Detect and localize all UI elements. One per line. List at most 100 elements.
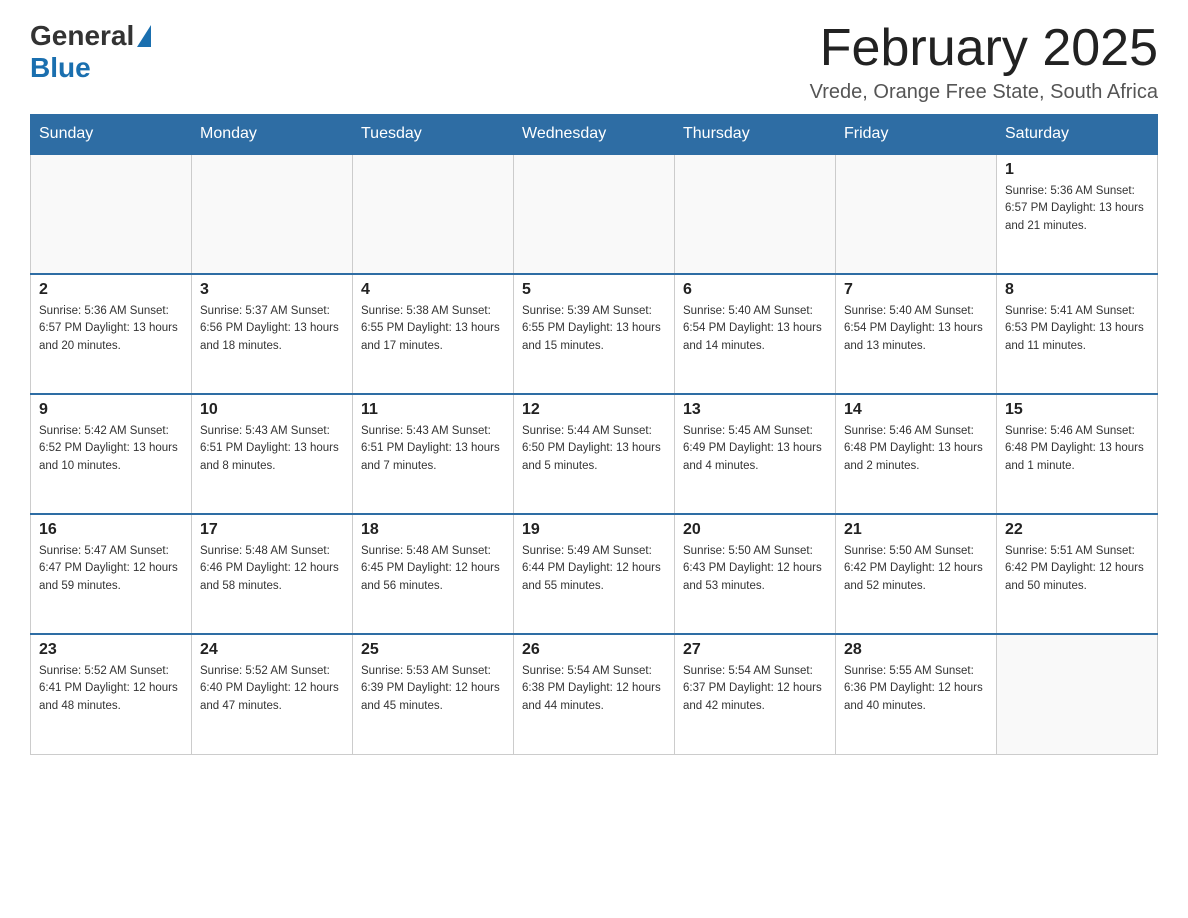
calendar-day-cell: 20Sunrise: 5:50 AM Sunset: 6:43 PM Dayli…: [675, 514, 836, 634]
day-number: 12: [522, 401, 666, 419]
day-info: Sunrise: 5:50 AM Sunset: 6:42 PM Dayligh…: [844, 543, 988, 595]
day-number: 4: [361, 281, 505, 299]
day-number: 11: [361, 401, 505, 419]
calendar-week-row: 23 Sunrise: 5:52 AM Sunset: 6:41 PM Dayli…: [31, 634, 1158, 754]
day-number: 20: [683, 521, 827, 539]
calendar-day-header: Wednesday: [514, 115, 675, 155]
day-number: 27: [683, 641, 827, 659]
calendar-day-cell: 23 Sunrise: 5:52 AM Sunset: 6:41 PM Dayli…: [31, 634, 192, 754]
day-number: 13: [683, 401, 827, 419]
calendar-day-header: Tuesday: [353, 115, 514, 155]
calendar-day-cell: 19Sunrise: 5:49 AM Sunset: 6:44 PM Dayli…: [514, 514, 675, 634]
calendar-day-header: Friday: [836, 115, 997, 155]
calendar-day-cell: 21 Sunrise: 5:50 AM Sunset: 6:42 PM Dayli…: [836, 514, 997, 634]
day-info: Sunrise: 5:43 AM Sunset: 6:51 PM Dayligh…: [200, 423, 344, 475]
calendar-day-cell: 11 Sunrise: 5:43 AM Sunset: 6:51 PM Dayli…: [353, 394, 514, 514]
calendar-week-row: 2 Sunrise: 5:36 AM Sunset: 6:57 PM Daylig…: [31, 274, 1158, 394]
day-number: 21: [844, 521, 988, 539]
day-info: Sunrise: 5:36 AM Sunset: 6:57 PM Dayligh…: [39, 303, 183, 355]
logo-blue-text: Blue: [30, 52, 91, 84]
calendar-day-cell: 14 Sunrise: 5:46 AM Sunset: 6:48 PM Dayli…: [836, 394, 997, 514]
calendar-day-cell: 7 Sunrise: 5:40 AM Sunset: 6:54 PM Daylig…: [836, 274, 997, 394]
day-info: Sunrise: 5:45 AM Sunset: 6:49 PM Dayligh…: [683, 423, 827, 475]
day-number: 8: [1005, 281, 1149, 299]
calendar-day-header: Thursday: [675, 115, 836, 155]
day-info: Sunrise: 5:54 AM Sunset: 6:38 PM Dayligh…: [522, 663, 666, 715]
title-section: February 2025 Vrede, Orange Free State, …: [810, 20, 1158, 104]
day-info: Sunrise: 5:48 AM Sunset: 6:46 PM Dayligh…: [200, 543, 344, 595]
day-number: 26: [522, 641, 666, 659]
day-number: 10: [200, 401, 344, 419]
calendar-day-cell: [675, 154, 836, 274]
day-info: Sunrise: 5:38 AM Sunset: 6:55 PM Dayligh…: [361, 303, 505, 355]
logo-general-text: General: [30, 20, 134, 52]
day-info: Sunrise: 5:52 AM Sunset: 6:41 PM Dayligh…: [39, 663, 183, 715]
day-info: Sunrise: 5:36 AM Sunset: 6:57 PM Dayligh…: [1005, 183, 1149, 235]
day-number: 23: [39, 641, 183, 659]
calendar-day-cell: [997, 634, 1158, 754]
calendar-day-cell: 24Sunrise: 5:52 AM Sunset: 6:40 PM Dayli…: [192, 634, 353, 754]
calendar-day-cell: 22 Sunrise: 5:51 AM Sunset: 6:42 PM Dayli…: [997, 514, 1158, 634]
logo-triangle-icon: [137, 25, 151, 47]
calendar-day-cell: 16 Sunrise: 5:47 AM Sunset: 6:47 PM Dayli…: [31, 514, 192, 634]
day-info: Sunrise: 5:46 AM Sunset: 6:48 PM Dayligh…: [844, 423, 988, 475]
calendar-table: SundayMondayTuesdayWednesdayThursdayFrid…: [30, 114, 1158, 755]
day-info: Sunrise: 5:52 AM Sunset: 6:40 PM Dayligh…: [200, 663, 344, 715]
day-number: 17: [200, 521, 344, 539]
day-info: Sunrise: 5:43 AM Sunset: 6:51 PM Dayligh…: [361, 423, 505, 475]
day-info: Sunrise: 5:47 AM Sunset: 6:47 PM Dayligh…: [39, 543, 183, 595]
calendar-week-row: 16 Sunrise: 5:47 AM Sunset: 6:47 PM Dayli…: [31, 514, 1158, 634]
day-info: Sunrise: 5:37 AM Sunset: 6:56 PM Dayligh…: [200, 303, 344, 355]
calendar-day-cell: [514, 154, 675, 274]
day-info: Sunrise: 5:41 AM Sunset: 6:53 PM Dayligh…: [1005, 303, 1149, 355]
calendar-day-cell: 10 Sunrise: 5:43 AM Sunset: 6:51 PM Dayli…: [192, 394, 353, 514]
day-number: 5: [522, 281, 666, 299]
calendar-day-cell: [31, 154, 192, 274]
day-number: 25: [361, 641, 505, 659]
calendar-day-cell: 18Sunrise: 5:48 AM Sunset: 6:45 PM Dayli…: [353, 514, 514, 634]
calendar-day-header: Saturday: [997, 115, 1158, 155]
calendar-day-cell: 15Sunrise: 5:46 AM Sunset: 6:48 PM Dayli…: [997, 394, 1158, 514]
logo: General Blue: [30, 20, 154, 84]
day-number: 2: [39, 281, 183, 299]
day-info: Sunrise: 5:48 AM Sunset: 6:45 PM Dayligh…: [361, 543, 505, 595]
location-subtitle: Vrede, Orange Free State, South Africa: [810, 81, 1158, 104]
day-info: Sunrise: 5:42 AM Sunset: 6:52 PM Dayligh…: [39, 423, 183, 475]
day-number: 16: [39, 521, 183, 539]
calendar-day-cell: 2 Sunrise: 5:36 AM Sunset: 6:57 PM Daylig…: [31, 274, 192, 394]
day-info: Sunrise: 5:55 AM Sunset: 6:36 PM Dayligh…: [844, 663, 988, 715]
calendar-day-cell: 3 Sunrise: 5:37 AM Sunset: 6:56 PM Daylig…: [192, 274, 353, 394]
calendar-day-cell: [836, 154, 997, 274]
day-info: Sunrise: 5:40 AM Sunset: 6:54 PM Dayligh…: [683, 303, 827, 355]
calendar-day-cell: 25 Sunrise: 5:53 AM Sunset: 6:39 PM Dayli…: [353, 634, 514, 754]
day-number: 14: [844, 401, 988, 419]
calendar-day-cell: 5 Sunrise: 5:39 AM Sunset: 6:55 PM Daylig…: [514, 274, 675, 394]
calendar-week-row: 9 Sunrise: 5:42 AM Sunset: 6:52 PM Daylig…: [31, 394, 1158, 514]
day-info: Sunrise: 5:46 AM Sunset: 6:48 PM Dayligh…: [1005, 423, 1149, 475]
calendar-day-cell: 1 Sunrise: 5:36 AM Sunset: 6:57 PM Daylig…: [997, 154, 1158, 274]
month-title: February 2025: [810, 20, 1158, 77]
page-header: General Blue February 2025 Vrede, Orange…: [30, 20, 1158, 104]
day-info: Sunrise: 5:44 AM Sunset: 6:50 PM Dayligh…: [522, 423, 666, 475]
calendar-day-cell: 27Sunrise: 5:54 AM Sunset: 6:37 PM Dayli…: [675, 634, 836, 754]
day-number: 7: [844, 281, 988, 299]
day-number: 9: [39, 401, 183, 419]
day-info: Sunrise: 5:40 AM Sunset: 6:54 PM Dayligh…: [844, 303, 988, 355]
calendar-day-cell: 17 Sunrise: 5:48 AM Sunset: 6:46 PM Dayli…: [192, 514, 353, 634]
calendar-header-row: SundayMondayTuesdayWednesdayThursdayFrid…: [31, 115, 1158, 155]
day-info: Sunrise: 5:51 AM Sunset: 6:42 PM Dayligh…: [1005, 543, 1149, 595]
calendar-day-cell: [353, 154, 514, 274]
calendar-day-cell: 6Sunrise: 5:40 AM Sunset: 6:54 PM Daylig…: [675, 274, 836, 394]
day-number: 22: [1005, 521, 1149, 539]
day-info: Sunrise: 5:53 AM Sunset: 6:39 PM Dayligh…: [361, 663, 505, 715]
day-info: Sunrise: 5:39 AM Sunset: 6:55 PM Dayligh…: [522, 303, 666, 355]
calendar-day-cell: 4 Sunrise: 5:38 AM Sunset: 6:55 PM Daylig…: [353, 274, 514, 394]
calendar-day-cell: 13 Sunrise: 5:45 AM Sunset: 6:49 PM Dayli…: [675, 394, 836, 514]
calendar-day-cell: 8 Sunrise: 5:41 AM Sunset: 6:53 PM Daylig…: [997, 274, 1158, 394]
calendar-day-header: Sunday: [31, 115, 192, 155]
day-number: 3: [200, 281, 344, 299]
calendar-day-cell: [192, 154, 353, 274]
day-number: 19: [522, 521, 666, 539]
day-number: 1: [1005, 161, 1149, 179]
calendar-day-cell: 12 Sunrise: 5:44 AM Sunset: 6:50 PM Dayli…: [514, 394, 675, 514]
